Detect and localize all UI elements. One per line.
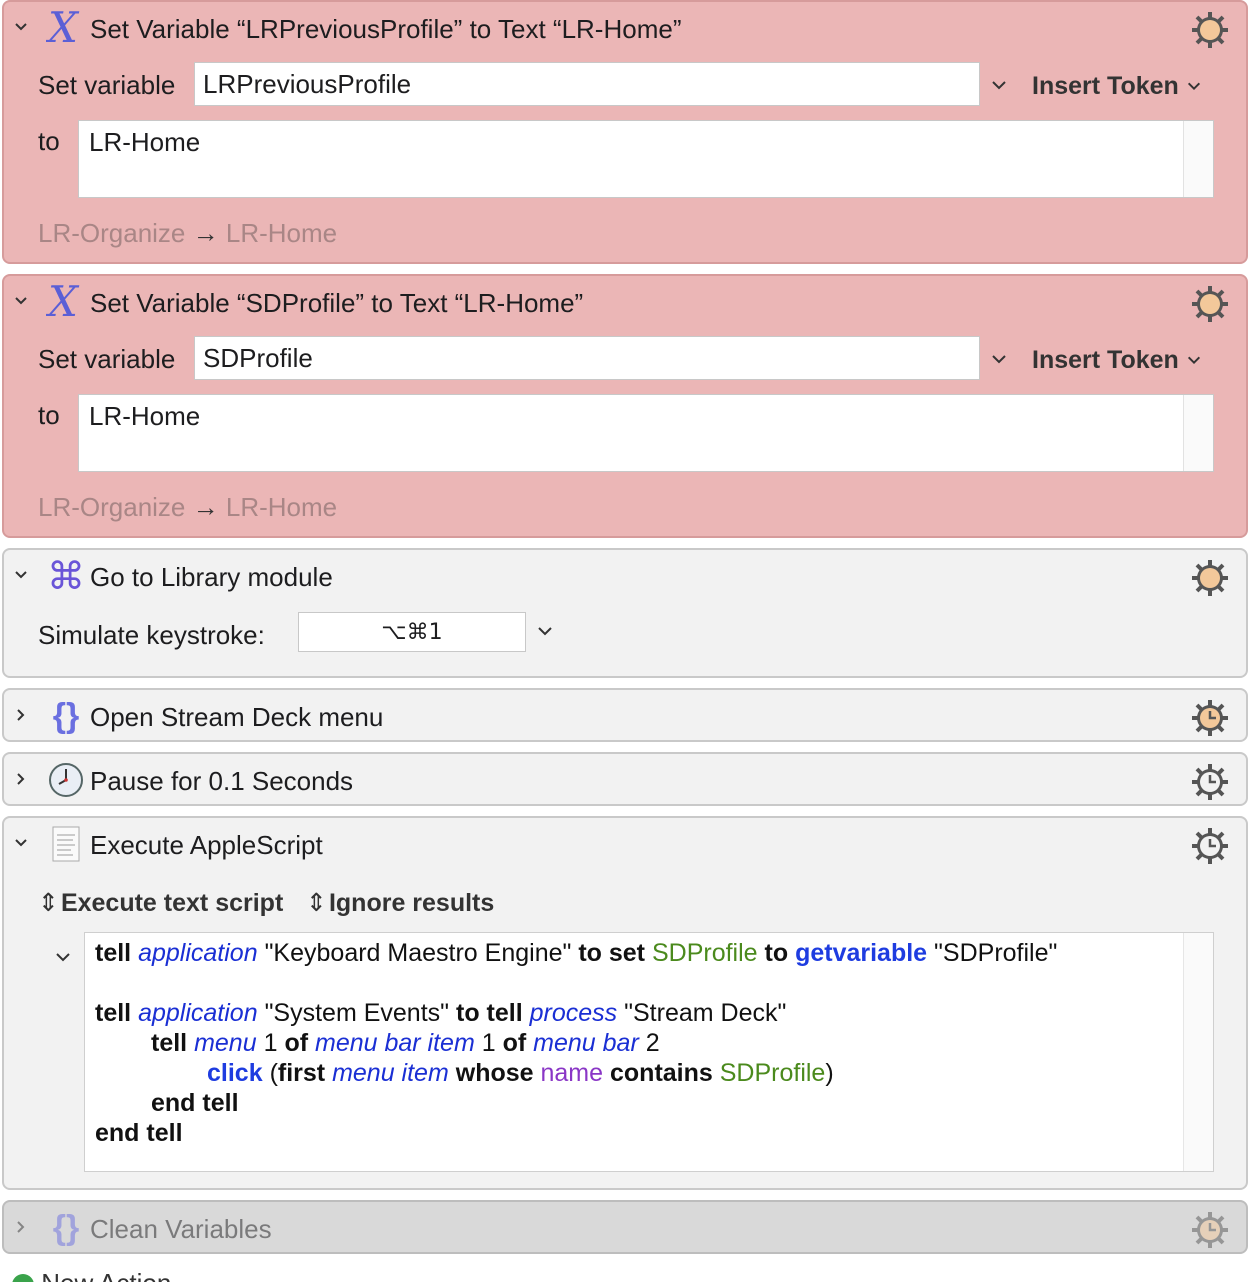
script-line-6: end tell xyxy=(151,1089,239,1117)
script-collapse-chevron-icon[interactable] xyxy=(54,948,72,966)
action-pause[interactable]: Pause for 0.1 Seconds xyxy=(2,752,1248,806)
script-line-7: end tell xyxy=(95,1119,183,1147)
gear-clock-icon[interactable] xyxy=(1190,826,1230,866)
chevron-right-icon[interactable] xyxy=(14,1220,28,1234)
keystroke-field[interactable]: ⌥⌘1 xyxy=(298,612,526,652)
action-title: Pause for 0.1 Seconds xyxy=(90,766,354,796)
action-title: Go to Library module xyxy=(90,562,333,592)
chevron-down-icon xyxy=(1187,356,1200,365)
action-title: Execute AppleScript xyxy=(90,830,323,860)
variable-name-value: SDProfile xyxy=(203,342,313,373)
action-header[interactable]: Execute AppleScript xyxy=(4,818,1246,870)
to-label: to xyxy=(38,126,60,156)
set-variable-label: Set variable xyxy=(38,70,176,100)
keystroke-value: ⌥⌘1 xyxy=(381,619,443,645)
script-line-4: tell menu 1 of menu bar item 1 of menu b… xyxy=(151,1029,660,1057)
action-header[interactable]: Pause for 0.1 Seconds xyxy=(4,754,1246,806)
variable-dropdown-chevron-icon[interactable] xyxy=(990,350,1008,368)
action-header[interactable]: ⌘ Go to Library module xyxy=(4,550,1246,602)
chevron-down-icon[interactable] xyxy=(14,294,28,308)
variable-name-field[interactable]: LRPreviousProfile xyxy=(194,62,980,106)
clock-icon xyxy=(46,760,86,800)
execute-mode-popup[interactable]: ⇕ Execute text script xyxy=(38,888,283,918)
action-header[interactable]: X Set Variable “SDProfile” to Text “LR-H… xyxy=(4,276,1246,328)
action-set-variable-sdprofile[interactable]: X Set Variable “SDProfile” to Text “LR-H… xyxy=(2,274,1248,538)
gear-clock-icon[interactable] xyxy=(1190,1210,1230,1250)
action-title: Set Variable “SDProfile” to Text “LR-Hom… xyxy=(90,288,584,318)
scrollbar[interactable] xyxy=(1183,395,1213,471)
script-line-3: tell application "System Events" to tell… xyxy=(95,999,787,1027)
action-open-stream-deck-menu[interactable]: {} Open Stream Deck menu xyxy=(2,688,1248,742)
text-value-area[interactable]: LR-Home xyxy=(78,394,1214,472)
variable-x-icon: X xyxy=(46,282,86,322)
action-header[interactable]: X Set Variable “LRPreviousProfile” to Te… xyxy=(4,2,1246,54)
action-execute-applescript[interactable]: Execute AppleScript ⇕ Execute text scrip… xyxy=(2,816,1248,1190)
chevron-right-icon[interactable] xyxy=(14,708,28,722)
value-preview: LR-Organize → LR-Home xyxy=(38,492,338,522)
text-value: LR-Home xyxy=(89,127,201,157)
insert-token-button[interactable]: Insert Token xyxy=(1032,346,1202,375)
scrollbar[interactable] xyxy=(1183,121,1213,197)
chevron-down-icon[interactable] xyxy=(14,836,28,850)
scrollbar[interactable] xyxy=(1183,933,1213,1171)
action-title: Open Stream Deck menu xyxy=(90,702,384,732)
script-document-icon xyxy=(46,824,86,864)
insert-token-button[interactable]: Insert Token xyxy=(1032,72,1202,101)
chevron-down-icon xyxy=(1187,82,1200,91)
variable-name-field[interactable]: SDProfile xyxy=(194,336,980,380)
script-line-5: click (first menu item whose name contai… xyxy=(207,1059,834,1087)
new-action-label: New Action xyxy=(41,1268,171,1282)
chevron-down-icon[interactable] xyxy=(14,568,28,582)
action-title: Set Variable “LRPreviousProfile” to Text… xyxy=(90,14,682,44)
svg-text:X: X xyxy=(46,8,80,48)
value-preview: LR-Organize → LR-Home xyxy=(38,218,338,248)
to-label: to xyxy=(38,400,60,430)
gear-icon[interactable] xyxy=(1190,558,1230,598)
action-header[interactable]: {} Clean Variables xyxy=(4,1202,1246,1254)
action-clean-variables[interactable]: {} Clean Variables xyxy=(2,1200,1248,1254)
new-action-button[interactable]: New Action xyxy=(12,1268,171,1282)
svg-text:X: X xyxy=(46,282,80,322)
updown-chevron-icon: ⇕ xyxy=(306,889,327,917)
action-set-variable-lrpreviousprofile[interactable]: X Set Variable “LRPreviousProfile” to Te… xyxy=(2,0,1248,264)
text-value: LR-Home xyxy=(89,401,201,431)
braces-icon: {} xyxy=(52,1208,80,1247)
gear-icon[interactable] xyxy=(1190,10,1230,50)
keystroke-label: Simulate keystroke: xyxy=(38,620,265,650)
updown-chevron-icon: ⇕ xyxy=(38,889,59,917)
variable-x-icon: X xyxy=(46,8,86,48)
gear-icon[interactable] xyxy=(1190,284,1230,324)
action-header[interactable]: {} Open Stream Deck menu xyxy=(4,690,1246,742)
braces-icon: {} xyxy=(52,696,80,735)
chevron-down-icon[interactable] xyxy=(14,20,28,34)
keystroke-dropdown-chevron-icon[interactable] xyxy=(536,622,554,640)
action-go-to-library-module[interactable]: ⌘ Go to Library module Simulate keystrok… xyxy=(2,548,1248,678)
command-key-icon: ⌘ xyxy=(47,554,85,598)
add-icon xyxy=(12,1274,34,1282)
variable-dropdown-chevron-icon[interactable] xyxy=(990,76,1008,94)
action-title: Clean Variables xyxy=(90,1214,272,1244)
text-value-area[interactable]: LR-Home xyxy=(78,120,1214,198)
results-mode-popup[interactable]: ⇕ Ignore results xyxy=(306,888,494,918)
script-line-1: tell application "Keyboard Maestro Engin… xyxy=(95,939,1058,967)
gear-clock-icon[interactable] xyxy=(1190,698,1230,738)
script-editor[interactable]: tell application "Keyboard Maestro Engin… xyxy=(84,932,1214,1172)
gear-clock-icon[interactable] xyxy=(1190,762,1230,802)
chevron-right-icon[interactable] xyxy=(14,772,28,786)
set-variable-label: Set variable xyxy=(38,344,176,374)
variable-name-value: LRPreviousProfile xyxy=(203,68,412,99)
